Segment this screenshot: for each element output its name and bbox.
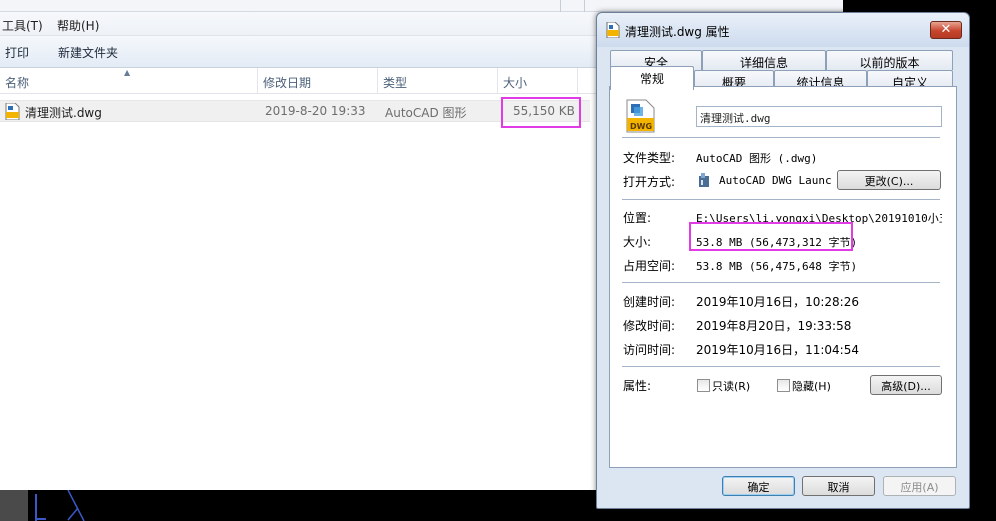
close-icon: ✕: [940, 22, 952, 37]
size-highlight-box: [501, 97, 581, 128]
file-type-value: AutoCAD 图形 (.dwg): [696, 152, 818, 165]
bytes-highlight-box: [689, 222, 853, 251]
dwg-file-large-icon: DWG: [626, 99, 655, 133]
divider: [622, 366, 940, 367]
file-name: 清理测试.dwg: [25, 106, 102, 120]
file-modified: 2019-8-20 19:33: [265, 104, 366, 118]
dwg-file-icon: [5, 103, 20, 120]
tab-details-label: 详细信息: [739, 56, 788, 70]
modified-value: 2019年8月20日，19:33:58: [696, 319, 852, 333]
menu-help[interactable]: 帮助(H): [57, 17, 99, 34]
file-type: AutoCAD 图形: [385, 106, 467, 120]
tab-general-label: 常规: [639, 72, 664, 86]
created-value: 2019年10月16日，10:28:26: [696, 295, 859, 309]
created-label: 创建时间:: [623, 295, 676, 309]
column-type[interactable]: 类型: [378, 68, 498, 94]
new-folder-button[interactable]: 新建文件夹: [58, 44, 118, 61]
change-button[interactable]: 更改(C)...: [837, 170, 941, 190]
autocad-launcher-icon: [699, 173, 709, 187]
hidden-checkbox[interactable]: [777, 379, 790, 392]
sort-ascending-icon: ▲: [124, 68, 131, 77]
divider: [622, 282, 940, 283]
cad-drawing-fragment: [0, 490, 85, 521]
print-button[interactable]: 打印: [5, 44, 29, 61]
advanced-button[interactable]: 高级(D)...: [870, 375, 942, 395]
size-on-disk-value: 53.8 MB (56,475,648 字节): [696, 260, 858, 273]
top-strip: [0, 0, 843, 12]
column-name-label: 名称: [5, 76, 30, 90]
dialog-titlebar[interactable]: 清理测试.dwg 属性 ✕: [597, 13, 969, 47]
close-button[interactable]: ✕: [930, 21, 962, 39]
location-label: 位置:: [623, 211, 652, 225]
tab-details[interactable]: 详细信息: [702, 50, 826, 70]
properties-dialog: 清理测试.dwg 属性 ✕ 安全 详细信息 以前的版本 常规 概要 统计信息 自…: [596, 12, 970, 509]
attributes-label: 属性:: [623, 379, 652, 393]
file-type-label: 文件类型:: [623, 151, 676, 165]
readonly-checkbox[interactable]: [697, 379, 710, 392]
tab-previous-versions-label: 以前的版本: [859, 56, 920, 70]
size-label: 大小:: [623, 235, 652, 249]
ok-button[interactable]: 确定: [722, 476, 795, 496]
open-with-value: AutoCAD DWG Launche: [719, 174, 832, 187]
filename-input[interactable]: 清理测试.dwg: [696, 106, 942, 127]
column-type-label: 类型: [383, 76, 408, 90]
column-modified[interactable]: 修改日期: [258, 68, 378, 94]
cancel-button[interactable]: 取消: [802, 476, 875, 496]
apply-button[interactable]: 应用(A): [883, 476, 956, 496]
dwg-title-icon: [606, 22, 620, 38]
modified-label: 修改时间:: [623, 319, 676, 333]
tab-general[interactable]: 常规: [610, 66, 694, 90]
dwg-badge-text: DWG: [630, 122, 652, 131]
hidden-label: 隐藏(H): [792, 380, 831, 393]
divider: [622, 199, 940, 200]
column-modified-label: 修改日期: [263, 76, 312, 90]
column-size[interactable]: 大小: [498, 68, 578, 94]
general-panel: DWG 清理测试.dwg 文件类型: AutoCAD 图形 (.dwg) 打开方…: [609, 86, 957, 468]
tab-previous-versions[interactable]: 以前的版本: [826, 50, 953, 70]
accessed-value: 2019年10月16日，11:04:54: [696, 343, 859, 357]
accessed-label: 访问时间:: [623, 343, 676, 357]
size-on-disk-label: 占用空间:: [623, 259, 676, 273]
menu-tools[interactable]: 工具(T): [2, 17, 43, 34]
dialog-title: 清理测试.dwg 属性: [625, 25, 730, 39]
open-with-label: 打开方式:: [623, 175, 676, 189]
column-size-label: 大小: [503, 76, 528, 90]
readonly-label: 只读(R): [712, 380, 751, 393]
divider: [622, 137, 940, 138]
